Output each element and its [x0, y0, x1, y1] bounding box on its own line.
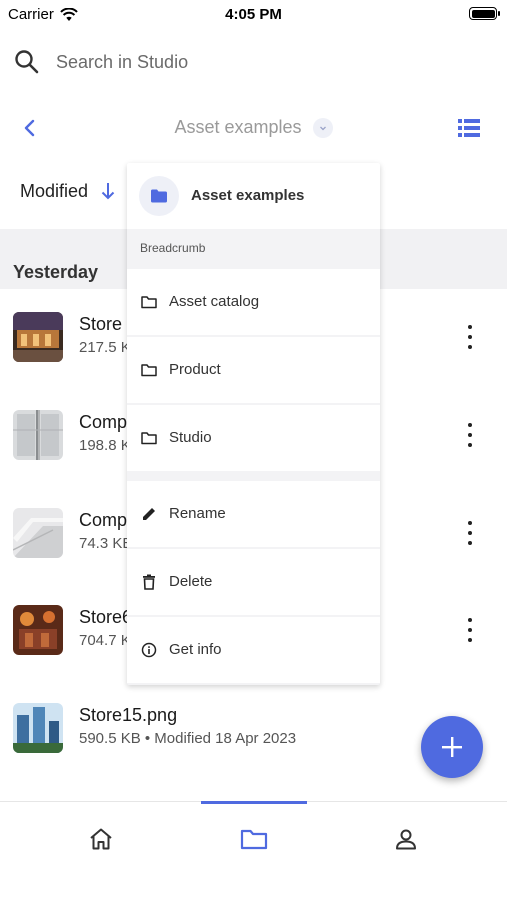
breadcrumb-label: Breadcrumb — [140, 241, 206, 255]
list-view-icon[interactable] — [457, 116, 481, 140]
file-thumbnail — [13, 312, 63, 362]
file-meta: 74.3 KE — [79, 535, 133, 552]
rename-label: Rename — [169, 505, 226, 522]
breadcrumb-item-label: Asset catalog — [169, 293, 260, 310]
folder-icon — [139, 176, 179, 216]
breadcrumb-item-studio[interactable]: Studio — [127, 405, 380, 471]
person-icon — [396, 829, 416, 850]
more-options-icon[interactable] — [463, 325, 477, 349]
folder-title: Asset examples — [174, 117, 302, 137]
add-button[interactable] — [421, 716, 483, 778]
sort-control[interactable]: Modified — [20, 176, 116, 206]
file-meta: 198.8 K — [79, 437, 131, 454]
search-input[interactable] — [56, 51, 436, 73]
more-options-icon[interactable] — [463, 423, 477, 447]
delete-label: Delete — [169, 573, 213, 590]
more-options-icon[interactable] — [463, 521, 477, 545]
status-time: 4:05 PM — [225, 6, 282, 23]
status-bar: Carrier 4:05 PM — [0, 0, 507, 30]
tab-files[interactable] — [239, 824, 269, 854]
breadcrumb-item-product[interactable]: Product — [127, 337, 380, 403]
section-title: Yesterday — [13, 262, 99, 282]
folder-icon — [240, 829, 268, 850]
popup-title: Asset examples — [191, 187, 305, 204]
file-name: Store15.png — [79, 705, 178, 725]
sort-label: Modified — [20, 180, 89, 201]
home-icon — [90, 828, 112, 850]
file-thumbnail — [13, 410, 63, 460]
folder-header: Asset examples — [0, 108, 507, 148]
tab-profile[interactable] — [391, 824, 421, 854]
tab-home[interactable] — [86, 824, 116, 854]
arrow-down-icon — [101, 183, 115, 200]
file-thumbnail — [13, 508, 63, 558]
active-tab-indicator — [201, 801, 307, 804]
file-meta: 704.7 K — [79, 632, 131, 649]
folder-title-dropdown[interactable]: Asset examples — [0, 117, 507, 139]
pencil-icon — [140, 505, 158, 523]
delete-menu-item[interactable]: Delete — [127, 549, 380, 615]
breadcrumb-item-asset-catalog[interactable]: Asset catalog — [127, 269, 380, 335]
search-bar[interactable] — [14, 44, 493, 80]
rename-menu-item[interactable]: Rename — [127, 481, 380, 547]
file-name: Store — [79, 314, 123, 334]
folder-icon — [140, 429, 158, 447]
folder-menu-popup: Asset examples Breadcrumb Asset catalog … — [127, 163, 380, 685]
folder-icon — [140, 293, 158, 311]
breadcrumb-item-label: Studio — [169, 429, 212, 446]
breadcrumb-item-label: Product — [169, 361, 221, 378]
file-name: Comp — [79, 510, 128, 530]
search-icon — [15, 50, 39, 74]
folder-icon — [140, 361, 158, 379]
file-name: Comp — [79, 412, 128, 432]
file-thumbnail — [13, 703, 63, 753]
file-thumbnail — [13, 605, 63, 655]
chevron-down-icon — [312, 118, 333, 139]
trash-icon — [140, 573, 158, 591]
get-info-label: Get info — [169, 641, 222, 658]
popup-header: Asset examples — [127, 163, 380, 229]
plus-icon — [442, 737, 462, 757]
bottom-tab-bar — [0, 801, 507, 900]
get-info-menu-item[interactable]: Get info — [127, 617, 380, 683]
battery-icon — [469, 7, 500, 20]
file-name: Store6 — [79, 607, 133, 627]
more-options-icon[interactable] — [463, 618, 477, 642]
info-icon — [140, 641, 158, 659]
file-meta: 217.5 K — [79, 339, 131, 356]
file-meta: 590.5 KB • Modified 18 Apr 2023 — [79, 730, 297, 747]
